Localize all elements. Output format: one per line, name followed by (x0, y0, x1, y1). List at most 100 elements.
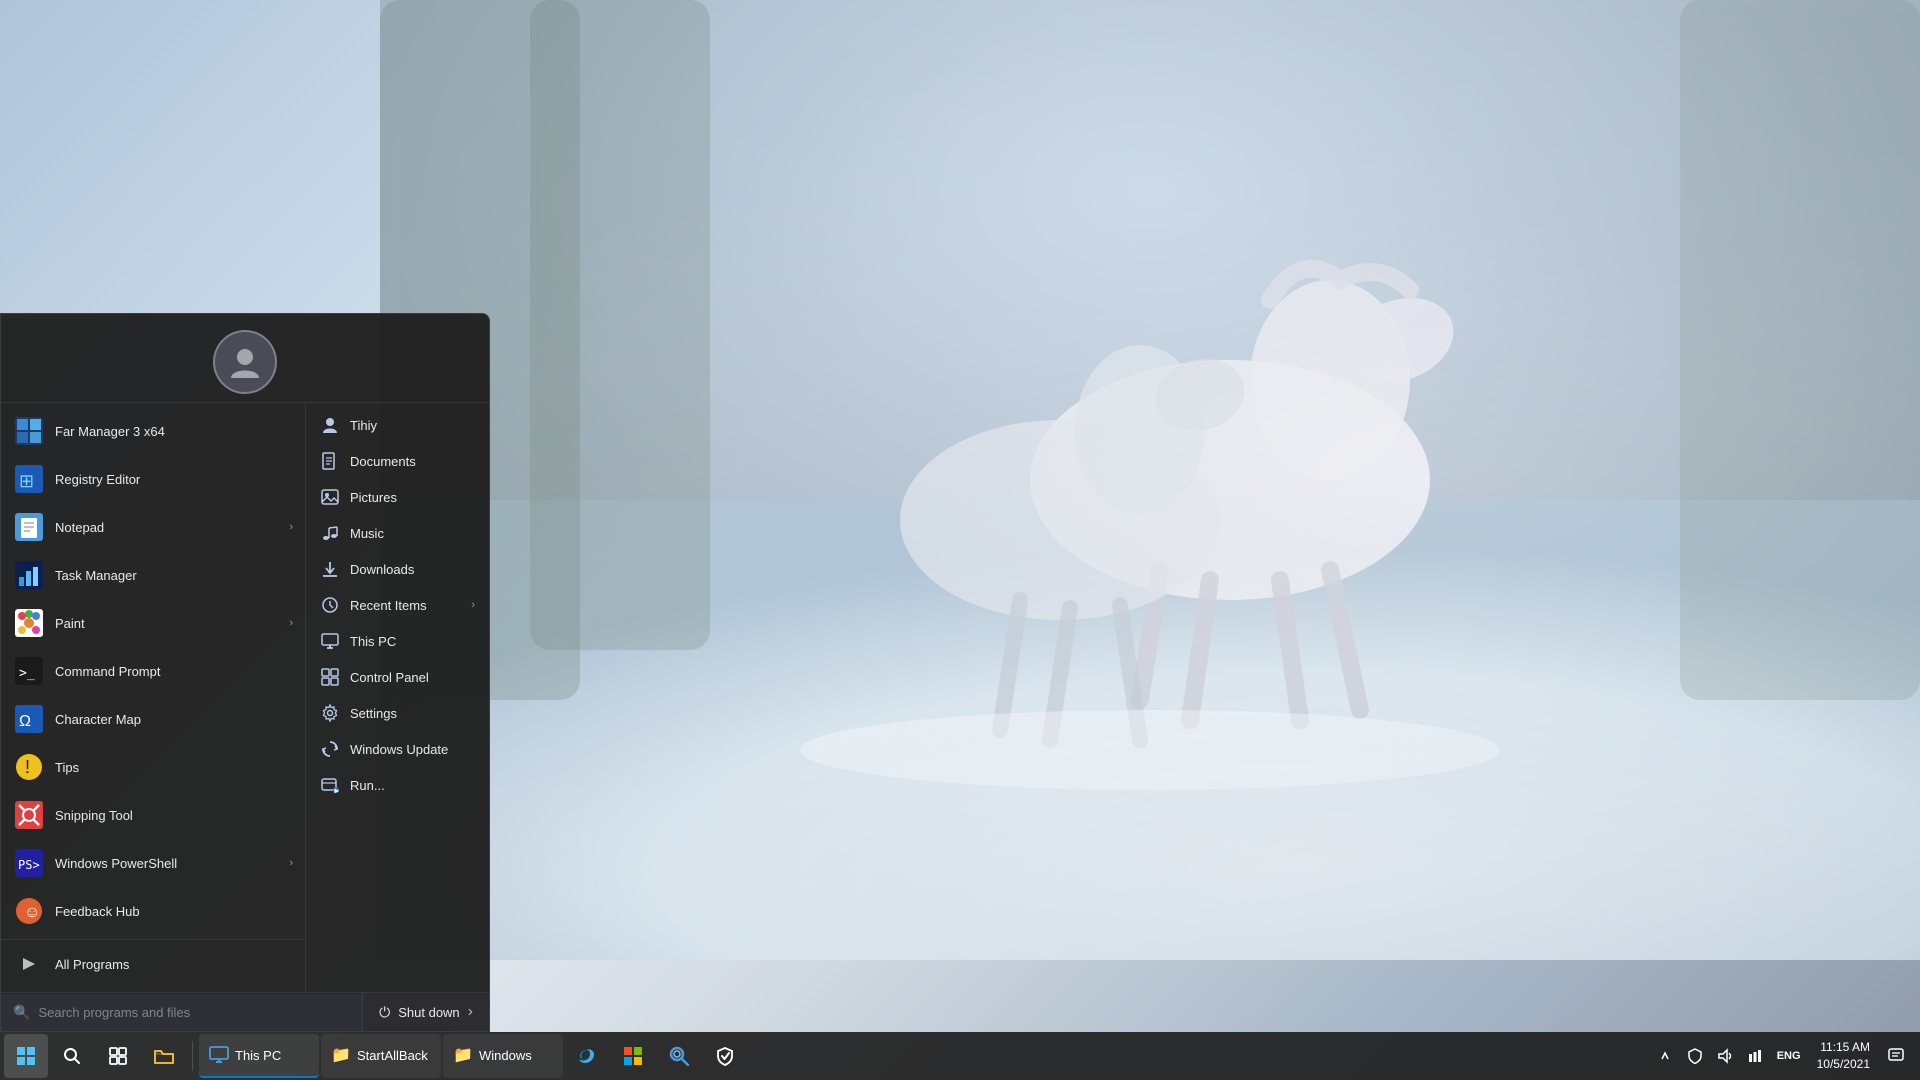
start-item-tips[interactable]: ! Tips (1, 743, 305, 791)
file-explorer-button[interactable] (142, 1034, 186, 1078)
windows-taskbar-icon: 📁 (453, 1045, 473, 1065)
tray-network[interactable] (1741, 1038, 1769, 1074)
all-programs-icon (13, 948, 45, 980)
start-item-registry-editor[interactable]: ⊞ Registry Editor (1, 455, 305, 503)
taskbar-app-this-pc[interactable]: This PC (199, 1034, 319, 1078)
security-button[interactable] (703, 1034, 747, 1078)
control-panel-icon (320, 667, 340, 687)
clock-time: 11:15 AM (1820, 1039, 1870, 1056)
this-pc-icon (320, 631, 340, 651)
start-right-tihiy[interactable]: Tihiy (306, 407, 489, 443)
notepad-icon (13, 511, 45, 543)
user-avatar[interactable] (213, 330, 277, 394)
start-right-run[interactable]: ▶ Run... (306, 767, 489, 803)
start-item-snipping-tool[interactable]: Snipping Tool (1, 791, 305, 839)
tray-volume[interactable] (1711, 1038, 1739, 1074)
edge-icon (577, 1046, 597, 1066)
clock[interactable]: 11:15 AM 10/5/2021 (1811, 1034, 1876, 1078)
start-menu-body: Far Manager 3 x64 ⊞ Registry Editor Note… (1, 403, 489, 992)
start-right-pictures[interactable]: Pictures (306, 479, 489, 515)
downloads-icon (320, 559, 340, 579)
paint-label: Paint (55, 616, 279, 631)
run-icon: ▶ (320, 775, 340, 795)
store-icon (623, 1046, 643, 1066)
taskbar-app-windows[interactable]: 📁 Windows (443, 1034, 563, 1078)
start-right-control-panel[interactable]: Control Panel (306, 659, 489, 695)
taskbar-right: ENG 11:15 AM 10/5/2021 (1643, 1034, 1920, 1078)
store-button[interactable] (611, 1034, 655, 1078)
windows-update-label: Windows Update (350, 742, 448, 757)
search-app-button[interactable] (657, 1034, 701, 1078)
downloads-label: Downloads (350, 562, 414, 577)
tips-icon: ! (13, 751, 45, 783)
tray-chevron[interactable] (1651, 1038, 1679, 1074)
file-explorer-icon (154, 1047, 174, 1065)
tihiy-label: Tihiy (350, 418, 377, 433)
windows-taskbar-label: Windows (479, 1048, 532, 1063)
taskbar-divider-1 (192, 1041, 193, 1071)
start-right-windows-update[interactable]: Windows Update (306, 731, 489, 767)
settings-icon (320, 703, 340, 723)
svg-text:>_: >_ (19, 666, 35, 681)
clock-date: 10/5/2021 (1817, 1056, 1870, 1073)
search-bar-icon: 🔍 (13, 1004, 30, 1021)
start-right-settings[interactable]: Settings (306, 695, 489, 731)
startallback-taskbar-label: StartAllBack (357, 1048, 428, 1063)
start-right-documents[interactable]: Documents (306, 443, 489, 479)
start-item-character-map[interactable]: Ω Character Map (1, 695, 305, 743)
start-item-notepad[interactable]: Notepad › (1, 503, 305, 551)
command-prompt-label: Command Prompt (55, 664, 293, 679)
search-input[interactable] (38, 1005, 350, 1020)
snipping-tool-label: Snipping Tool (55, 808, 293, 823)
svg-text:PS>: PS> (18, 858, 40, 872)
task-manager-label: Task Manager (55, 568, 293, 583)
taskbar-app-startallback[interactable]: 📁 StartAllBack (321, 1034, 441, 1078)
start-item-far-manager[interactable]: Far Manager 3 x64 (1, 407, 305, 455)
tray-language[interactable]: ENG (1771, 1038, 1807, 1074)
powershell-label: Windows PowerShell (55, 856, 279, 871)
start-item-feedback-hub[interactable]: ☺ Feedback Hub (1, 887, 305, 935)
edge-button[interactable] (565, 1034, 609, 1078)
start-item-task-manager[interactable]: Task Manager (1, 551, 305, 599)
svg-text:Ω: Ω (19, 713, 31, 730)
shutdown-arrow: › (468, 1003, 473, 1021)
svg-text:⊞: ⊞ (19, 471, 34, 491)
start-right-music[interactable]: Music (306, 515, 489, 551)
settings-label: Settings (350, 706, 397, 721)
start-item-all-programs[interactable]: All Programs (1, 939, 305, 988)
recent-items-label: Recent Items (350, 598, 427, 613)
pictures-label: Pictures (350, 490, 397, 505)
start-right-recent-items[interactable]: Recent Items › (306, 587, 489, 623)
snipping-tool-icon (13, 799, 45, 831)
svg-text:☺: ☺ (24, 904, 40, 921)
start-right-downloads[interactable]: Downloads (306, 551, 489, 587)
this-pc-taskbar-label: This PC (235, 1048, 281, 1063)
this-pc-taskbar-icon (209, 1045, 229, 1065)
notification-icon (1888, 1048, 1904, 1064)
taskbar-search-button[interactable] (50, 1034, 94, 1078)
notepad-label: Notepad (55, 520, 279, 535)
start-button[interactable] (4, 1034, 48, 1078)
start-right-this-pc[interactable]: This PC (306, 623, 489, 659)
notification-center-button[interactable] (1880, 1034, 1912, 1078)
shutdown-button[interactable]: ⏻ Shut down › (362, 993, 489, 1031)
tray-shield[interactable] (1681, 1038, 1709, 1074)
security-icon (715, 1046, 735, 1066)
start-item-command-prompt[interactable]: >_ Command Prompt (1, 647, 305, 695)
start-menu-left: Far Manager 3 x64 ⊞ Registry Editor Note… (1, 403, 306, 992)
powershell-icon: PS> (13, 847, 45, 879)
start-item-paint[interactable]: Paint › (1, 599, 305, 647)
taskbar-left: This PC 📁 StartAllBack 📁 Windows (0, 1034, 751, 1078)
start-item-powershell[interactable]: PS> Windows PowerShell › (1, 839, 305, 887)
documents-label: Documents (350, 454, 416, 469)
registry-editor-label: Registry Editor (55, 472, 293, 487)
notepad-arrow: › (289, 521, 293, 533)
task-manager-icon (13, 559, 45, 591)
task-view-button[interactable] (96, 1034, 140, 1078)
powershell-arrow: › (289, 857, 293, 869)
windows-update-icon (320, 739, 340, 759)
windows-logo-icon (16, 1046, 36, 1066)
search-bar[interactable]: 🔍 (1, 994, 362, 1031)
recent-items-icon (320, 595, 340, 615)
music-label: Music (350, 526, 384, 541)
